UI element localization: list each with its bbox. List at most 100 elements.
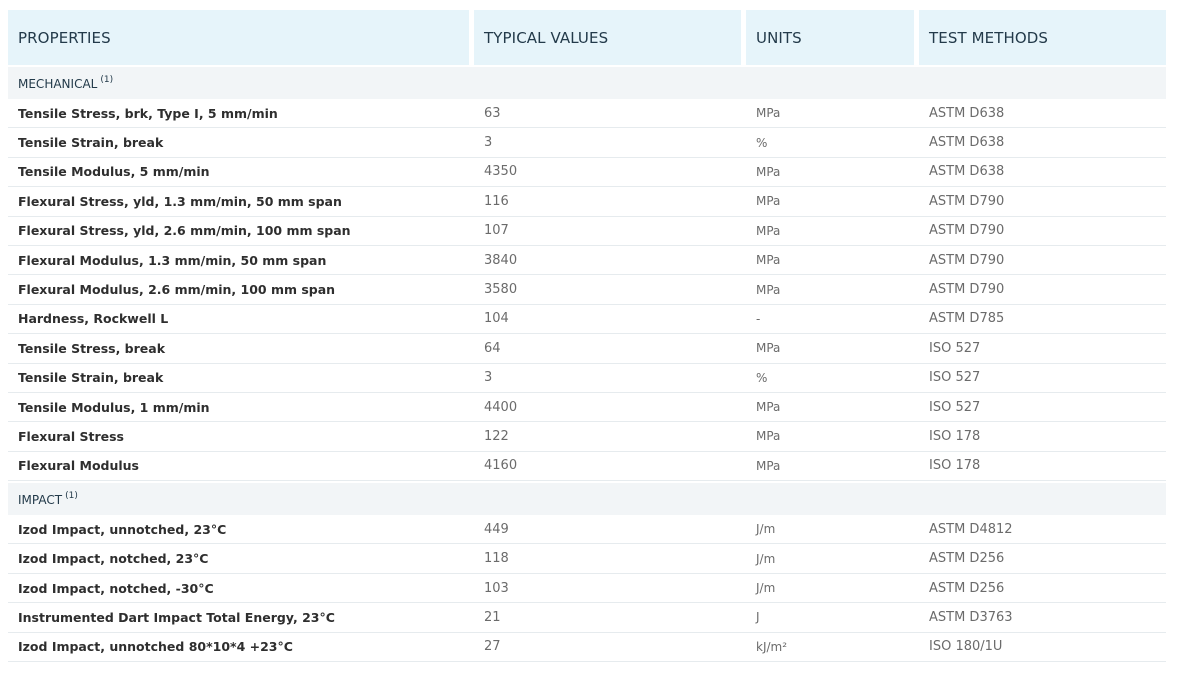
test-method-cell: ASTM D638 (919, 158, 1166, 188)
property-cell: Tensile Modulus, 1 mm/min (8, 393, 474, 423)
unit-cell: MPa (746, 452, 919, 482)
property-cell: Flexural Stress (8, 422, 474, 452)
unit-cell: MPa (746, 422, 919, 452)
test-method-cell: ASTM D4812 (919, 515, 1166, 545)
table-header: PROPERTIES TYPICAL VALUES UNITS TEST MET… (8, 10, 1166, 65)
unit-cell: J/m (746, 544, 919, 574)
unit-cell: MPa (746, 334, 919, 364)
unit-cell: MPa (746, 187, 919, 217)
section-header-cell: MECHANICAL (1) (8, 65, 1166, 99)
section-header-impact: IMPACT (1) (8, 481, 1166, 516)
value-cell: 122 (474, 422, 746, 452)
property-cell: Izod Impact, unnotched, 23°C (8, 515, 474, 545)
value-cell: 104 (474, 305, 746, 335)
value-cell: 63 (474, 99, 746, 129)
section-header-mechanical: MECHANICAL (1) (8, 65, 1166, 99)
table-row: Flexural Modulus, 2.6 mm/min, 100 mm spa… (8, 275, 1166, 305)
value-cell: 107 (474, 217, 746, 246)
test-method-cell: ASTM D256 (919, 574, 1166, 604)
property-cell: Tensile Stress, break (8, 334, 474, 364)
section-footnote-marker: (1) (100, 75, 114, 85)
property-cell: Tensile Strain, break (8, 128, 474, 158)
unit-cell: MPa (746, 275, 919, 305)
value-cell: 103 (474, 574, 746, 604)
property-cell: Izod Impact, notched, 23°C (8, 544, 474, 574)
value-cell: 3 (474, 128, 746, 158)
table-row: Flexural Modulus, 1.3 mm/min, 50 mm span… (8, 246, 1166, 276)
table-row: Tensile Stress, break 64 MPa ISO 527 (8, 334, 1166, 364)
table-row: Flexural Stress 122 MPa ISO 178 (8, 422, 1166, 452)
test-method-cell: ISO 180/1U (919, 633, 1166, 663)
test-method-cell: ISO 178 (919, 422, 1166, 452)
value-cell: 4160 (474, 452, 746, 482)
test-method-cell: ASTM D3763 (919, 603, 1166, 633)
property-cell: Flexural Modulus, 2.6 mm/min, 100 mm spa… (8, 275, 474, 305)
properties-table: PROPERTIES TYPICAL VALUES UNITS TEST MET… (8, 10, 1166, 663)
table-row: Hardness, Rockwell L 104- ASTM D785 (8, 305, 1166, 335)
table-row: Flexural Stress, yld, 2.6 mm/min, 100 mm… (8, 217, 1166, 246)
unit-cell: J/m (746, 515, 919, 545)
property-cell: Hardness, Rockwell L (8, 305, 474, 335)
column-header-test-methods: TEST METHODS (919, 10, 1166, 65)
test-method-cell: ASTM D638 (919, 128, 1166, 158)
table-row: Flexural Stress, yld, 1.3 mm/min, 50 mm … (8, 187, 1166, 217)
test-method-cell: ISO 527 (919, 364, 1166, 393)
value-cell: 3 (474, 364, 746, 393)
test-method-cell: ASTM D638 (919, 99, 1166, 129)
properties-table-container: PROPERTIES TYPICAL VALUES UNITS TEST MET… (8, 10, 1166, 663)
section-footnote-marker: (1) (65, 491, 78, 502)
property-cell: Tensile Modulus, 5 mm/min (8, 158, 474, 188)
table-row: Tensile Modulus, 1 mm/min 4400 MPa ISO 527 (8, 393, 1166, 423)
property-cell: Instrumented Dart Impact Total Energy, 2… (8, 603, 474, 633)
test-method-cell: ASTM D790 (919, 275, 1166, 305)
unit-cell: J (746, 603, 919, 633)
property-cell: Flexural Stress, yld, 1.3 mm/min, 50 mm … (8, 187, 474, 217)
unit-cell: J/m (746, 574, 919, 604)
table-row: Tensile Strain, break 3% ASTM D638 (8, 128, 1166, 158)
column-header-typical-values: TYPICAL VALUES (474, 10, 746, 65)
property-cell: Flexural Stress, yld, 2.6 mm/min, 100 mm… (8, 217, 474, 246)
column-header-properties: PROPERTIES (8, 10, 474, 65)
table-row: Tensile Strain, break 3% ISO 527 (8, 364, 1166, 393)
unit-cell: - (746, 305, 919, 335)
property-cell: Flexural Modulus (8, 452, 474, 482)
value-cell: 116 (474, 187, 746, 217)
unit-cell: MPa (746, 99, 919, 129)
test-method-cell: ASTM D790 (919, 217, 1166, 246)
property-cell: Izod Impact, unnotched 80*10*4 +23°C (8, 633, 474, 663)
header-row: PROPERTIES TYPICAL VALUES UNITS TEST MET… (8, 10, 1166, 65)
value-cell: 3580 (474, 275, 746, 305)
property-cell: Izod Impact, notched, -30°C (8, 574, 474, 604)
table-row: Flexural Modulus 4160 MPa ISO 178 (8, 452, 1166, 482)
value-cell: 3840 (474, 246, 746, 276)
unit-cell: MPa (746, 217, 919, 246)
unit-cell: kJ/m² (746, 633, 919, 663)
value-cell: 4350 (474, 158, 746, 188)
value-cell: 64 (474, 334, 746, 364)
unit-cell: MPa (746, 158, 919, 188)
table-row: Izod Impact, notched, -30°C 103 J/m ASTM D2… (8, 574, 1166, 604)
test-method-cell: ASTM D785 (919, 305, 1166, 335)
table-row: Izod Impact, unnotched 80*10*4 +23°C 27 kJ… (8, 633, 1166, 663)
section-title: MECHANICAL (18, 77, 98, 91)
value-cell: 449 (474, 515, 746, 545)
unit-cell: % (746, 364, 919, 393)
table-body: MECHANICAL (1) Tensile Stress, brk, Type I… (8, 65, 1166, 663)
value-cell: 4400 (474, 393, 746, 423)
property-cell: Tensile Stress, brk, Type I, 5 mm/min (8, 99, 474, 129)
table-row: Izod Impact, notched, 23°C 118 J/m ASTM D25… (8, 544, 1166, 574)
property-cell: Tensile Strain, break (8, 364, 474, 393)
test-method-cell: ISO 178 (919, 452, 1166, 482)
test-method-cell: ASTM D256 (919, 544, 1166, 574)
table-row: Tensile Stress, brk, Type I, 5 mm/min 63 M… (8, 99, 1166, 129)
test-method-cell: ASTM D790 (919, 246, 1166, 276)
unit-cell: % (746, 128, 919, 158)
test-method-cell: ISO 527 (919, 393, 1166, 423)
test-method-cell: ASTM D790 (919, 187, 1166, 217)
unit-cell: MPa (746, 246, 919, 276)
unit-cell: MPa (746, 393, 919, 423)
property-cell: Flexural Modulus, 1.3 mm/min, 50 mm span (8, 246, 474, 276)
value-cell: 21 (474, 603, 746, 633)
section-header-cell: IMPACT (1) (8, 481, 1166, 516)
value-cell: 27 (474, 633, 746, 663)
